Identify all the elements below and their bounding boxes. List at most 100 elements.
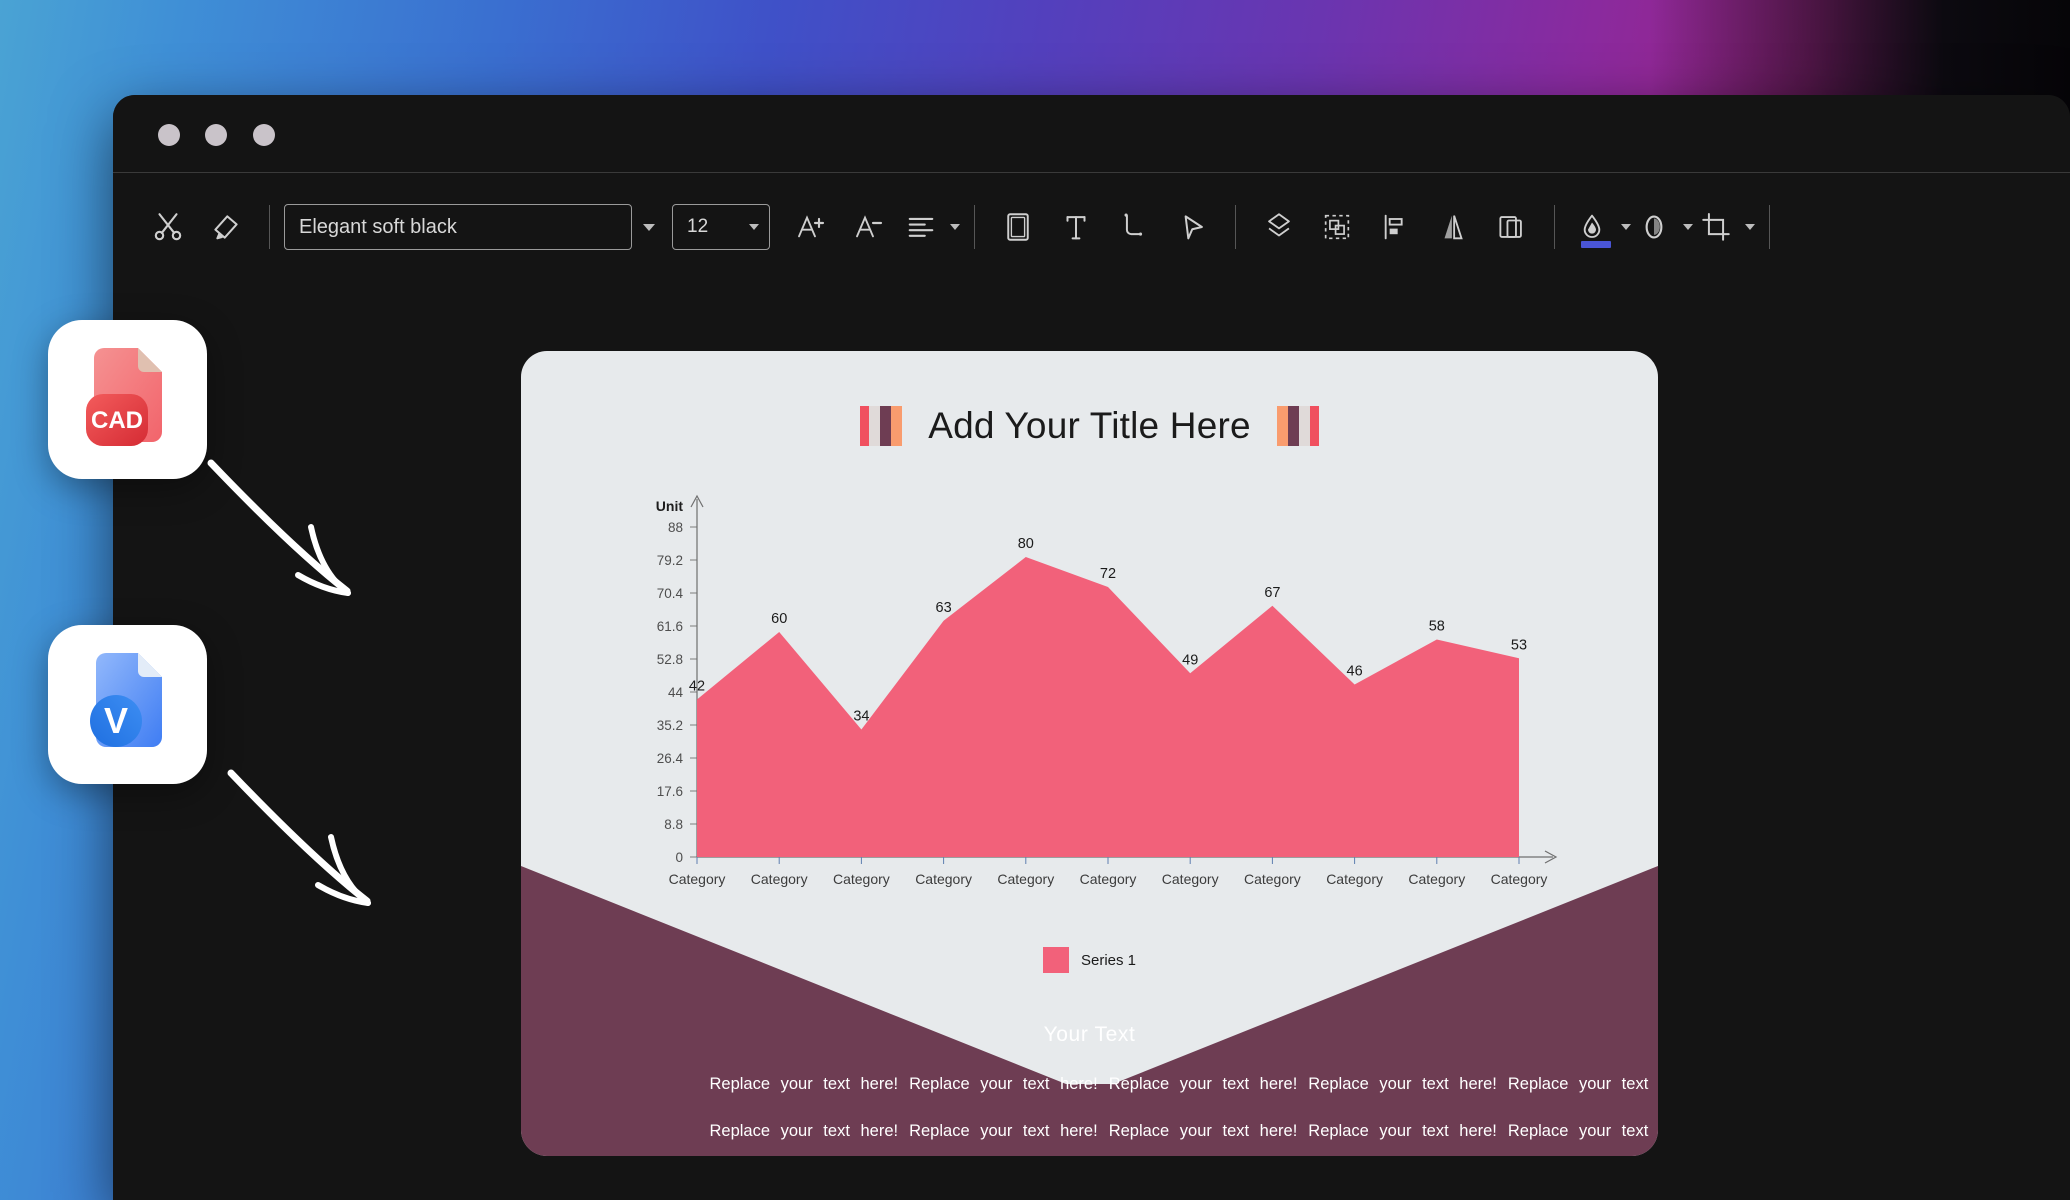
slide-canvas[interactable]: Add Your Title Here 0 8.8 17.6 26.4 35.2 44 52… xyxy=(521,351,1658,1156)
window-minimize-button[interactable] xyxy=(205,124,227,146)
svg-text:Category: Category xyxy=(915,871,972,887)
pointer-icon[interactable] xyxy=(1163,198,1221,256)
svg-text:35.2: 35.2 xyxy=(657,718,683,733)
svg-text:Category: Category xyxy=(1408,871,1465,887)
fill-color-dropdown-icon[interactable] xyxy=(1621,224,1631,230)
svg-text:CAD: CAD xyxy=(91,407,143,434)
line-color-dropdown-icon[interactable] xyxy=(1683,224,1693,230)
line-color-button[interactable] xyxy=(1631,198,1693,256)
line-color-icon[interactable] xyxy=(1631,198,1677,256)
group-objects-icon[interactable] xyxy=(1308,198,1366,256)
slide-title-row: Add Your Title Here xyxy=(521,405,1658,447)
svg-text:60: 60 xyxy=(771,611,787,627)
svg-text:34: 34 xyxy=(853,709,869,725)
svg-text:61.6: 61.6 xyxy=(657,619,683,634)
crop-button[interactable] xyxy=(1693,198,1755,256)
toolbar-divider-1 xyxy=(269,205,270,249)
svg-text:44: 44 xyxy=(668,685,684,700)
shape-rectangle-icon[interactable] xyxy=(989,198,1047,256)
crop-dropdown-icon[interactable] xyxy=(1745,224,1755,230)
font-size-value: 12 xyxy=(687,216,709,237)
layers-icon[interactable] xyxy=(1250,198,1308,256)
svg-text:49: 49 xyxy=(1182,652,1198,668)
file-icon-cad[interactable]: CAD xyxy=(48,320,207,479)
svg-text:V: V xyxy=(103,700,127,741)
duplicate-icon[interactable] xyxy=(1482,198,1540,256)
annotation-arrow-1 xyxy=(207,459,351,596)
cut-icon[interactable] xyxy=(139,198,197,256)
paragraph-align-button[interactable] xyxy=(898,198,960,256)
placeholder-text-chunk: Replace your text here! xyxy=(909,1075,1098,1093)
placeholder-text-chunk: Replace your text here! xyxy=(1308,1121,1497,1140)
placeholder-text-chunk: Replace your text here! xyxy=(709,1075,899,1093)
legend-label: Series 1 xyxy=(1080,951,1137,969)
svg-text:53: 53 xyxy=(1511,637,1527,653)
decrease-font-size-icon[interactable] xyxy=(840,198,898,256)
page-title: Add Your Title Here xyxy=(928,405,1251,446)
svg-text:52.8: 52.8 xyxy=(657,652,683,667)
text-box-icon[interactable] xyxy=(1047,198,1105,256)
placeholder-text-chunk: Replace your text here! xyxy=(1507,1121,1658,1140)
flip-icon[interactable] xyxy=(1424,198,1482,256)
align-objects-icon[interactable] xyxy=(1366,198,1424,256)
svg-text:63: 63 xyxy=(936,600,952,616)
svg-text:Category: Category xyxy=(1162,871,1219,887)
svg-text:88: 88 xyxy=(668,520,683,535)
legend-swatch xyxy=(1042,947,1069,973)
crop-icon[interactable] xyxy=(1693,198,1739,256)
increase-font-size-icon[interactable] xyxy=(782,198,840,256)
font-name-dropdown-icon[interactable] xyxy=(632,204,666,250)
svg-text:Category: Category xyxy=(1326,871,1383,887)
toolbar-divider-5 xyxy=(1769,205,1770,249)
cad-file-icon: CAD xyxy=(85,347,162,446)
placeholder-text-chunk: Replace your text here! xyxy=(909,1121,1098,1140)
connector-icon[interactable] xyxy=(1105,198,1163,256)
svg-text:Category: Category xyxy=(1244,871,1301,887)
svg-text:Category: Category xyxy=(751,871,808,887)
window-close-button[interactable] xyxy=(158,124,180,146)
toolbar-divider-4 xyxy=(1554,205,1555,249)
svg-text:Category: Category xyxy=(669,871,726,887)
application-window: Elegant soft black 12 Add Your Title Her… xyxy=(113,95,2070,1200)
fill-color-swatch xyxy=(1581,241,1611,248)
file-icon-visio[interactable]: V xyxy=(48,625,207,784)
area-chart[interactable]: 0 8.8 17.6 26.4 35.2 44 52.8 61.6 70.4 79.2 88 Unit… xyxy=(625,491,1565,911)
font-name-value: Elegant soft black xyxy=(299,215,457,238)
bottom-heading[interactable]: Your Text xyxy=(521,1023,1658,1047)
font-name-input[interactable]: Elegant soft black xyxy=(284,204,632,250)
svg-text:26.4: 26.4 xyxy=(657,751,684,766)
svg-text:0: 0 xyxy=(675,850,683,865)
svg-text:42: 42 xyxy=(689,679,705,695)
format-painter-icon[interactable] xyxy=(197,198,255,256)
svg-text:79.2: 79.2 xyxy=(657,553,683,568)
svg-text:72: 72 xyxy=(1100,566,1116,582)
svg-text:17.6: 17.6 xyxy=(657,784,683,799)
bottom-text-block: Your Text Replace your text here! Replace… xyxy=(521,1023,1659,1156)
align-left-icon[interactable] xyxy=(898,198,944,256)
svg-text:Category: Category xyxy=(1080,871,1137,887)
fill-color-button[interactable] xyxy=(1569,198,1631,256)
align-dropdown-icon[interactable] xyxy=(950,224,960,230)
svg-text:80: 80 xyxy=(1018,536,1034,552)
window-maximize-button[interactable] xyxy=(253,124,275,146)
title-decoration-left-icon xyxy=(860,406,903,446)
annotation-arrow-2 xyxy=(227,769,371,906)
chart-legend: Series 1 xyxy=(521,947,1658,973)
svg-text:67: 67 xyxy=(1264,585,1280,601)
chart-plot: 0 8.8 17.6 26.4 35.2 44 52.8 61.6 70.4 79.2 88 Unit… xyxy=(656,494,1558,887)
placeholder-text-chunk: Replace your text here! xyxy=(709,1121,899,1140)
toolbar-divider-3 xyxy=(1235,205,1236,249)
font-size-dropdown-icon[interactable] xyxy=(749,224,759,230)
font-size-input[interactable]: 12 xyxy=(672,204,770,250)
placeholder-text-chunk: Replace your text here! xyxy=(1507,1075,1658,1093)
title-decoration-right-icon xyxy=(1276,406,1319,446)
svg-text:46: 46 xyxy=(1347,664,1363,680)
placeholder-paragraph-1[interactable]: Replace your text here! Replace your text… xyxy=(709,1071,1659,1098)
svg-text:70.4: 70.4 xyxy=(657,586,684,601)
placeholder-text-chunk: Replace your text here! xyxy=(1308,1075,1497,1093)
window-titlebar xyxy=(113,95,2070,172)
fill-color-icon[interactable] xyxy=(1569,198,1615,256)
placeholder-paragraph-2[interactable]: Replace your text here! Replace your text… xyxy=(709,1118,1659,1145)
formatting-toolbar: Elegant soft black 12 xyxy=(113,173,2070,281)
svg-text:Category: Category xyxy=(997,871,1054,887)
